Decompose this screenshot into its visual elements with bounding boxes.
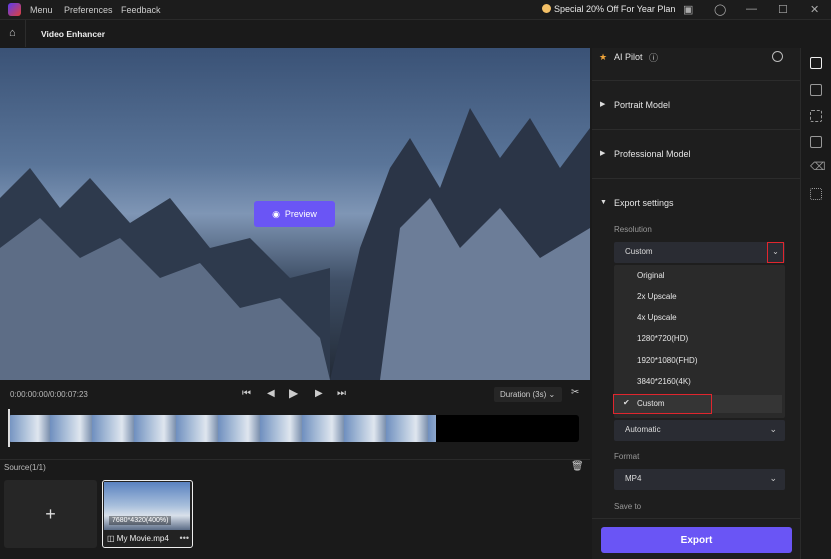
- message-icon[interactable]: ▣: [683, 3, 693, 16]
- option-custom[interactable]: ✔ Custom: [613, 394, 782, 414]
- divider: [25, 20, 26, 47]
- playhead[interactable]: [8, 409, 10, 447]
- file-name: ◫ My Movie.mp4: [107, 534, 169, 543]
- export-settings-label: Export settings: [614, 198, 674, 208]
- ai-pilot-section: ★ AI Pilot ⓘ: [592, 48, 800, 81]
- format-label: Format: [614, 452, 640, 461]
- app-logo: [8, 3, 21, 16]
- file-resolution: 7680*4320(400%): [109, 516, 172, 525]
- plus-icon: +: [45, 503, 56, 524]
- video-preview: ◉ Preview: [0, 48, 590, 380]
- settings-panel: ★ AI Pilot ⓘ ▶ Portrait Model ▶ Professi…: [592, 48, 800, 559]
- ai-pilot-label: AI Pilot: [614, 52, 643, 62]
- maximize-button[interactable]: ☐: [778, 3, 788, 16]
- professional-model-section[interactable]: ▶ Professional Model: [592, 130, 800, 179]
- eye-icon: ◉: [272, 208, 280, 219]
- caret-right-icon: ▶: [600, 101, 606, 108]
- more-icon[interactable]: •••: [180, 533, 189, 543]
- play-icon[interactable]: ▶: [289, 386, 298, 400]
- quality-dropdown[interactable]: Automatic ⌄: [614, 420, 785, 441]
- option-4x-upscale[interactable]: 4x Upscale: [637, 313, 677, 322]
- chevron-down-icon: ⌄: [769, 424, 777, 434]
- menu-button[interactable]: Menu: [30, 5, 53, 15]
- save-to-label: Save to: [614, 502, 642, 511]
- timeline-thumbnails: [8, 415, 436, 442]
- preferences-button[interactable]: Preferences: [64, 5, 113, 15]
- divider: [0, 459, 590, 460]
- export-button[interactable]: Export: [601, 527, 792, 553]
- curve-icon[interactable]: [810, 84, 822, 96]
- chevron-down-icon: ⌄: [769, 473, 777, 483]
- header-bar: ⌂ Video Enhancer: [0, 20, 831, 47]
- duration-dropdown[interactable]: Duration (3s) ⌄: [494, 387, 562, 402]
- duration-label: Duration (3s): [500, 390, 547, 399]
- check-icon: ✔: [623, 398, 630, 407]
- portrait-model-label: Portrait Model: [614, 100, 671, 110]
- source-file-card[interactable]: 7680*4320(400%) ◫ My Movie.mp4 •••: [102, 480, 193, 548]
- skip-end-icon[interactable]: ⏭: [337, 388, 346, 399]
- option-custom-label: Custom: [637, 399, 665, 408]
- tool-rail: [800, 48, 831, 559]
- resolution-label: Resolution: [614, 225, 652, 234]
- resolution-dropdown[interactable]: Custom ⌄: [614, 242, 785, 263]
- ai-pilot-toggle[interactable]: [772, 51, 783, 62]
- next-frame-icon[interactable]: ▶: [315, 388, 323, 399]
- feedback-button[interactable]: Feedback: [121, 5, 161, 15]
- video-enhance-icon[interactable]: [810, 57, 822, 69]
- file-name-text: My Movie.mp4: [116, 534, 169, 543]
- preview-button[interactable]: ◉ Preview: [254, 201, 335, 227]
- promo-text: Special 20% Off For Year Plan: [554, 4, 676, 14]
- professional-model-label: Professional Model: [614, 149, 691, 159]
- home-icon[interactable]: ⌂: [9, 27, 16, 39]
- option-fhd[interactable]: 1920*1080(FHD): [637, 356, 697, 365]
- quality-value: Automatic: [625, 425, 661, 434]
- chevron-down-icon[interactable]: ⌄: [767, 242, 784, 263]
- info-icon[interactable]: ⓘ: [649, 51, 658, 64]
- eraser-icon[interactable]: ⌫: [810, 160, 826, 173]
- scissors-icon[interactable]: ✂: [571, 387, 579, 398]
- format-value: MP4: [625, 474, 642, 483]
- skip-start-icon[interactable]: ⏮: [242, 388, 251, 399]
- compare-icon: ◫: [107, 534, 117, 543]
- option-4k[interactable]: 3840*2160(4K): [637, 377, 691, 386]
- grid-add-icon[interactable]: [810, 110, 822, 122]
- caret-down-icon[interactable]: ▼: [600, 199, 607, 206]
- format-dropdown[interactable]: MP4 ⌄: [614, 469, 785, 490]
- edit-icon[interactable]: [810, 136, 822, 148]
- divider: [592, 518, 800, 519]
- title-bar: Menu Preferences Feedback Special 20% Of…: [0, 0, 831, 20]
- caret-right-icon: ▶: [600, 150, 606, 157]
- prev-frame-icon[interactable]: ◀: [267, 388, 275, 399]
- star-icon: ★: [599, 52, 608, 62]
- sun-icon: [542, 4, 551, 13]
- minimize-button[interactable]: —: [746, 3, 757, 15]
- portrait-model-section[interactable]: ▶ Portrait Model: [592, 81, 800, 130]
- option-hd[interactable]: 1280*720(HD): [637, 334, 688, 343]
- source-label: Source(1/1): [4, 463, 46, 472]
- option-original[interactable]: Original: [637, 271, 665, 280]
- timeline-strip[interactable]: [8, 415, 579, 442]
- option-2x-upscale[interactable]: 2x Upscale: [637, 292, 677, 301]
- page-title: Video Enhancer: [41, 29, 106, 39]
- preview-label: Preview: [284, 209, 317, 219]
- account-icon[interactable]: ◯: [714, 3, 726, 16]
- add-source-button[interactable]: +: [4, 480, 97, 548]
- magic-select-icon[interactable]: [810, 188, 822, 200]
- resolution-value: Custom: [625, 247, 653, 256]
- trash-icon[interactable]: 🗑: [571, 461, 584, 472]
- resolution-options-menu: Original 2x Upscale 4x Upscale 1280*720(…: [613, 265, 785, 418]
- close-button[interactable]: ✕: [810, 3, 819, 16]
- timecode: 0:00:00:00/0:00:07:23: [10, 390, 88, 399]
- promo-link[interactable]: Special 20% Off For Year Plan: [542, 4, 675, 14]
